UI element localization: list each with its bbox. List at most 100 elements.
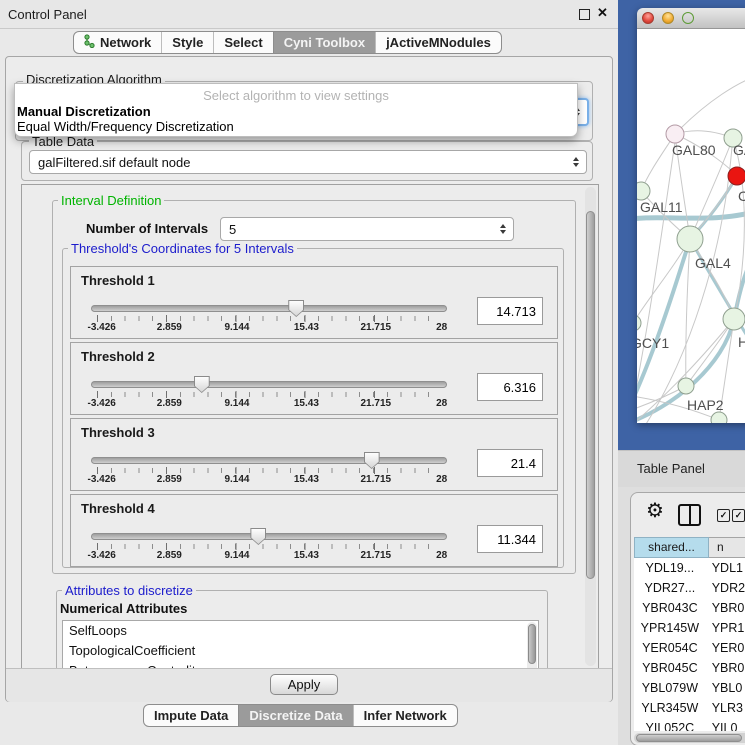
settings-scroll-viewport: Interval Definition Number of Intervals … bbox=[21, 184, 599, 671]
tab-discretize-data[interactable]: Discretize Data bbox=[238, 705, 352, 726]
cyni-toolbox-panel: Discretization Algorithm Select algorith… bbox=[5, 56, 613, 702]
top-tab-strip: Network Style Select Cyni Toolbox jActiv… bbox=[73, 31, 502, 54]
checkbox-icon[interactable]: ✓ bbox=[717, 509, 730, 522]
number-of-intervals-spinner[interactable]: 5 bbox=[220, 217, 514, 241]
tab-infer-network[interactable]: Infer Network bbox=[353, 705, 457, 726]
slider-tick-labels: -3.426 2.859 9.144 15.43 21.715 28 bbox=[91, 474, 447, 486]
threshold-2-slider[interactable] bbox=[91, 381, 447, 388]
slider-tick-labels: -3.426 2.859 9.144 15.43 21.715 28 bbox=[91, 322, 447, 334]
table-row[interactable]: YER054CYER0 bbox=[634, 638, 745, 658]
network-icon bbox=[84, 34, 95, 51]
table-row[interactable]: YBL079WYBL0 bbox=[634, 678, 745, 698]
list-scrollbar[interactable] bbox=[527, 622, 537, 671]
combo-arrows-icon bbox=[573, 157, 579, 167]
tab-cyni-toolbox[interactable]: Cyni Toolbox bbox=[273, 32, 375, 53]
bottom-tab-strip: Impute Data Discretize Data Infer Networ… bbox=[143, 704, 458, 727]
table-data-combobox[interactable]: galFiltered.sif default node bbox=[29, 150, 587, 174]
list-scrollbar-thumb[interactable] bbox=[528, 624, 536, 664]
scrollbar-thumb[interactable] bbox=[586, 211, 595, 579]
table-data-value: galFiltered.sif default node bbox=[38, 155, 190, 170]
node-gal11[interactable] bbox=[637, 182, 650, 200]
node-gcy1[interactable] bbox=[637, 315, 641, 331]
label-gal4: GAL4 bbox=[695, 255, 731, 271]
tab-select[interactable]: Select bbox=[213, 32, 272, 53]
table-horizontal-scrollbar[interactable] bbox=[634, 733, 745, 743]
threshold-4-panel: Threshold 4 -3.426 2.859 9.144 15.43 21.… bbox=[70, 494, 558, 567]
label-partial-h: H bbox=[738, 334, 745, 350]
node-right-mid[interactable] bbox=[723, 308, 745, 330]
threshold-1-panel: Threshold 1 -3.426 2.859 9.144 15.43 21.… bbox=[70, 266, 558, 339]
label-hap2: HAP2 bbox=[687, 397, 724, 413]
threshold-4-slider[interactable] bbox=[91, 533, 447, 540]
table-row[interactable]: YIL052CYIL0 bbox=[634, 718, 745, 731]
table-row[interactable]: YPR145WYPR1 bbox=[634, 618, 745, 638]
node-gal4[interactable] bbox=[677, 226, 703, 252]
dropdown-placeholder-item[interactable]: Select algorithm to view settings bbox=[15, 88, 577, 103]
threshold-1-value-field[interactable] bbox=[477, 297, 543, 325]
slider-major-ticks bbox=[97, 467, 443, 474]
column-header-name[interactable]: n bbox=[709, 537, 745, 558]
gear-icon[interactable]: ⚙ bbox=[646, 501, 664, 521]
network-node-labels: GAL80 GA GAL11 C GAL4 GCY1 H HAP2 bbox=[637, 142, 745, 413]
list-item[interactable]: TopologicalCoefficient bbox=[63, 641, 538, 661]
close-traffic-light-icon[interactable] bbox=[642, 12, 654, 24]
threshold-1-label: Threshold 1 bbox=[81, 273, 155, 288]
slider-major-ticks bbox=[97, 391, 443, 398]
table-row[interactable]: YDR27...YDR2 bbox=[634, 578, 745, 598]
threshold-4-label: Threshold 4 bbox=[81, 501, 155, 516]
table-header: shared... n bbox=[634, 537, 745, 558]
label-partial-c: C bbox=[738, 188, 745, 204]
split-columns-icon[interactable] bbox=[678, 504, 701, 526]
threshold-2-label: Threshold 2 bbox=[81, 349, 155, 364]
number-of-intervals-label: Number of Intervals bbox=[86, 221, 208, 236]
tab-jactivemnodules[interactable]: jActiveMNodules bbox=[375, 32, 501, 53]
label-partial-ga: GA bbox=[733, 142, 745, 158]
numerical-attributes-label: Numerical Attributes bbox=[60, 601, 187, 616]
dropdown-option-equal-width[interactable]: Equal Width/Frequency Discretization bbox=[17, 119, 234, 134]
slider-major-ticks bbox=[97, 543, 443, 550]
label-gal11: GAL11 bbox=[640, 199, 683, 215]
dropdown-option-manual-discretization[interactable]: Manual Discretization bbox=[17, 104, 151, 119]
settings-vertical-scrollbar[interactable] bbox=[585, 187, 596, 666]
table-panel-title: Table Panel bbox=[637, 461, 705, 476]
network-window-titlebar[interactable] bbox=[637, 8, 745, 29]
network-canvas[interactable]: GAL80 GA GAL11 C GAL4 GCY1 H HAP2 bbox=[637, 29, 745, 423]
node-selected-red[interactable] bbox=[728, 167, 745, 185]
slider-major-ticks bbox=[97, 315, 443, 322]
screen: Control Panel ✕ Network Style Select Cyn… bbox=[0, 0, 745, 745]
float-panel-icon[interactable] bbox=[579, 9, 590, 20]
apply-button[interactable]: Apply bbox=[270, 674, 338, 695]
node-hap2[interactable] bbox=[678, 378, 694, 394]
tab-impute-data[interactable]: Impute Data bbox=[144, 705, 238, 726]
number-of-intervals-value: 5 bbox=[229, 222, 236, 237]
column-header-shared-name[interactable]: shared... bbox=[634, 537, 709, 558]
table-body: YDL19...YDL1 YDR27...YDR2 YBR043CYBR0 YP… bbox=[634, 558, 745, 731]
threshold-2-value-field[interactable] bbox=[477, 373, 543, 401]
threshold-4-value-field[interactable] bbox=[477, 525, 543, 553]
table-row[interactable]: YDL19...YDL1 bbox=[634, 558, 745, 578]
close-icon[interactable]: ✕ bbox=[597, 5, 608, 21]
tab-network[interactable]: Network bbox=[74, 32, 161, 53]
scrollbar-thumb[interactable] bbox=[636, 734, 742, 742]
label-gcy1: GCY1 bbox=[637, 335, 669, 351]
tab-style[interactable]: Style bbox=[161, 32, 213, 53]
checkbox-icon[interactable]: ✓ bbox=[732, 509, 745, 522]
table-row[interactable]: YBR043CYBR0 bbox=[634, 598, 745, 618]
table-row[interactable]: YLR345WYLR3 bbox=[634, 698, 745, 718]
list-item[interactable]: SelfLoops bbox=[63, 621, 538, 641]
node-bottom[interactable] bbox=[711, 412, 727, 423]
panel-title: Control Panel bbox=[8, 7, 87, 22]
threshold-3-panel: Threshold 3 -3.426 2.859 9.144 15.43 21.… bbox=[70, 418, 558, 491]
interval-definition-title: Interval Definition bbox=[58, 194, 164, 208]
threshold-3-slider[interactable] bbox=[91, 457, 447, 464]
node-gal80[interactable] bbox=[666, 125, 684, 143]
tab-network-label: Network bbox=[100, 35, 151, 50]
threshold-3-label: Threshold 3 bbox=[81, 425, 155, 440]
control-panel-titlebar: Control Panel ✕ bbox=[0, 0, 618, 29]
zoom-traffic-light-icon[interactable] bbox=[682, 12, 694, 24]
threshold-1-slider[interactable] bbox=[91, 305, 447, 312]
label-gal80: GAL80 bbox=[672, 142, 716, 158]
threshold-3-value-field[interactable] bbox=[477, 449, 543, 477]
table-row[interactable]: YBR045CYBR0 bbox=[634, 658, 745, 678]
minimize-traffic-light-icon[interactable] bbox=[662, 12, 674, 24]
